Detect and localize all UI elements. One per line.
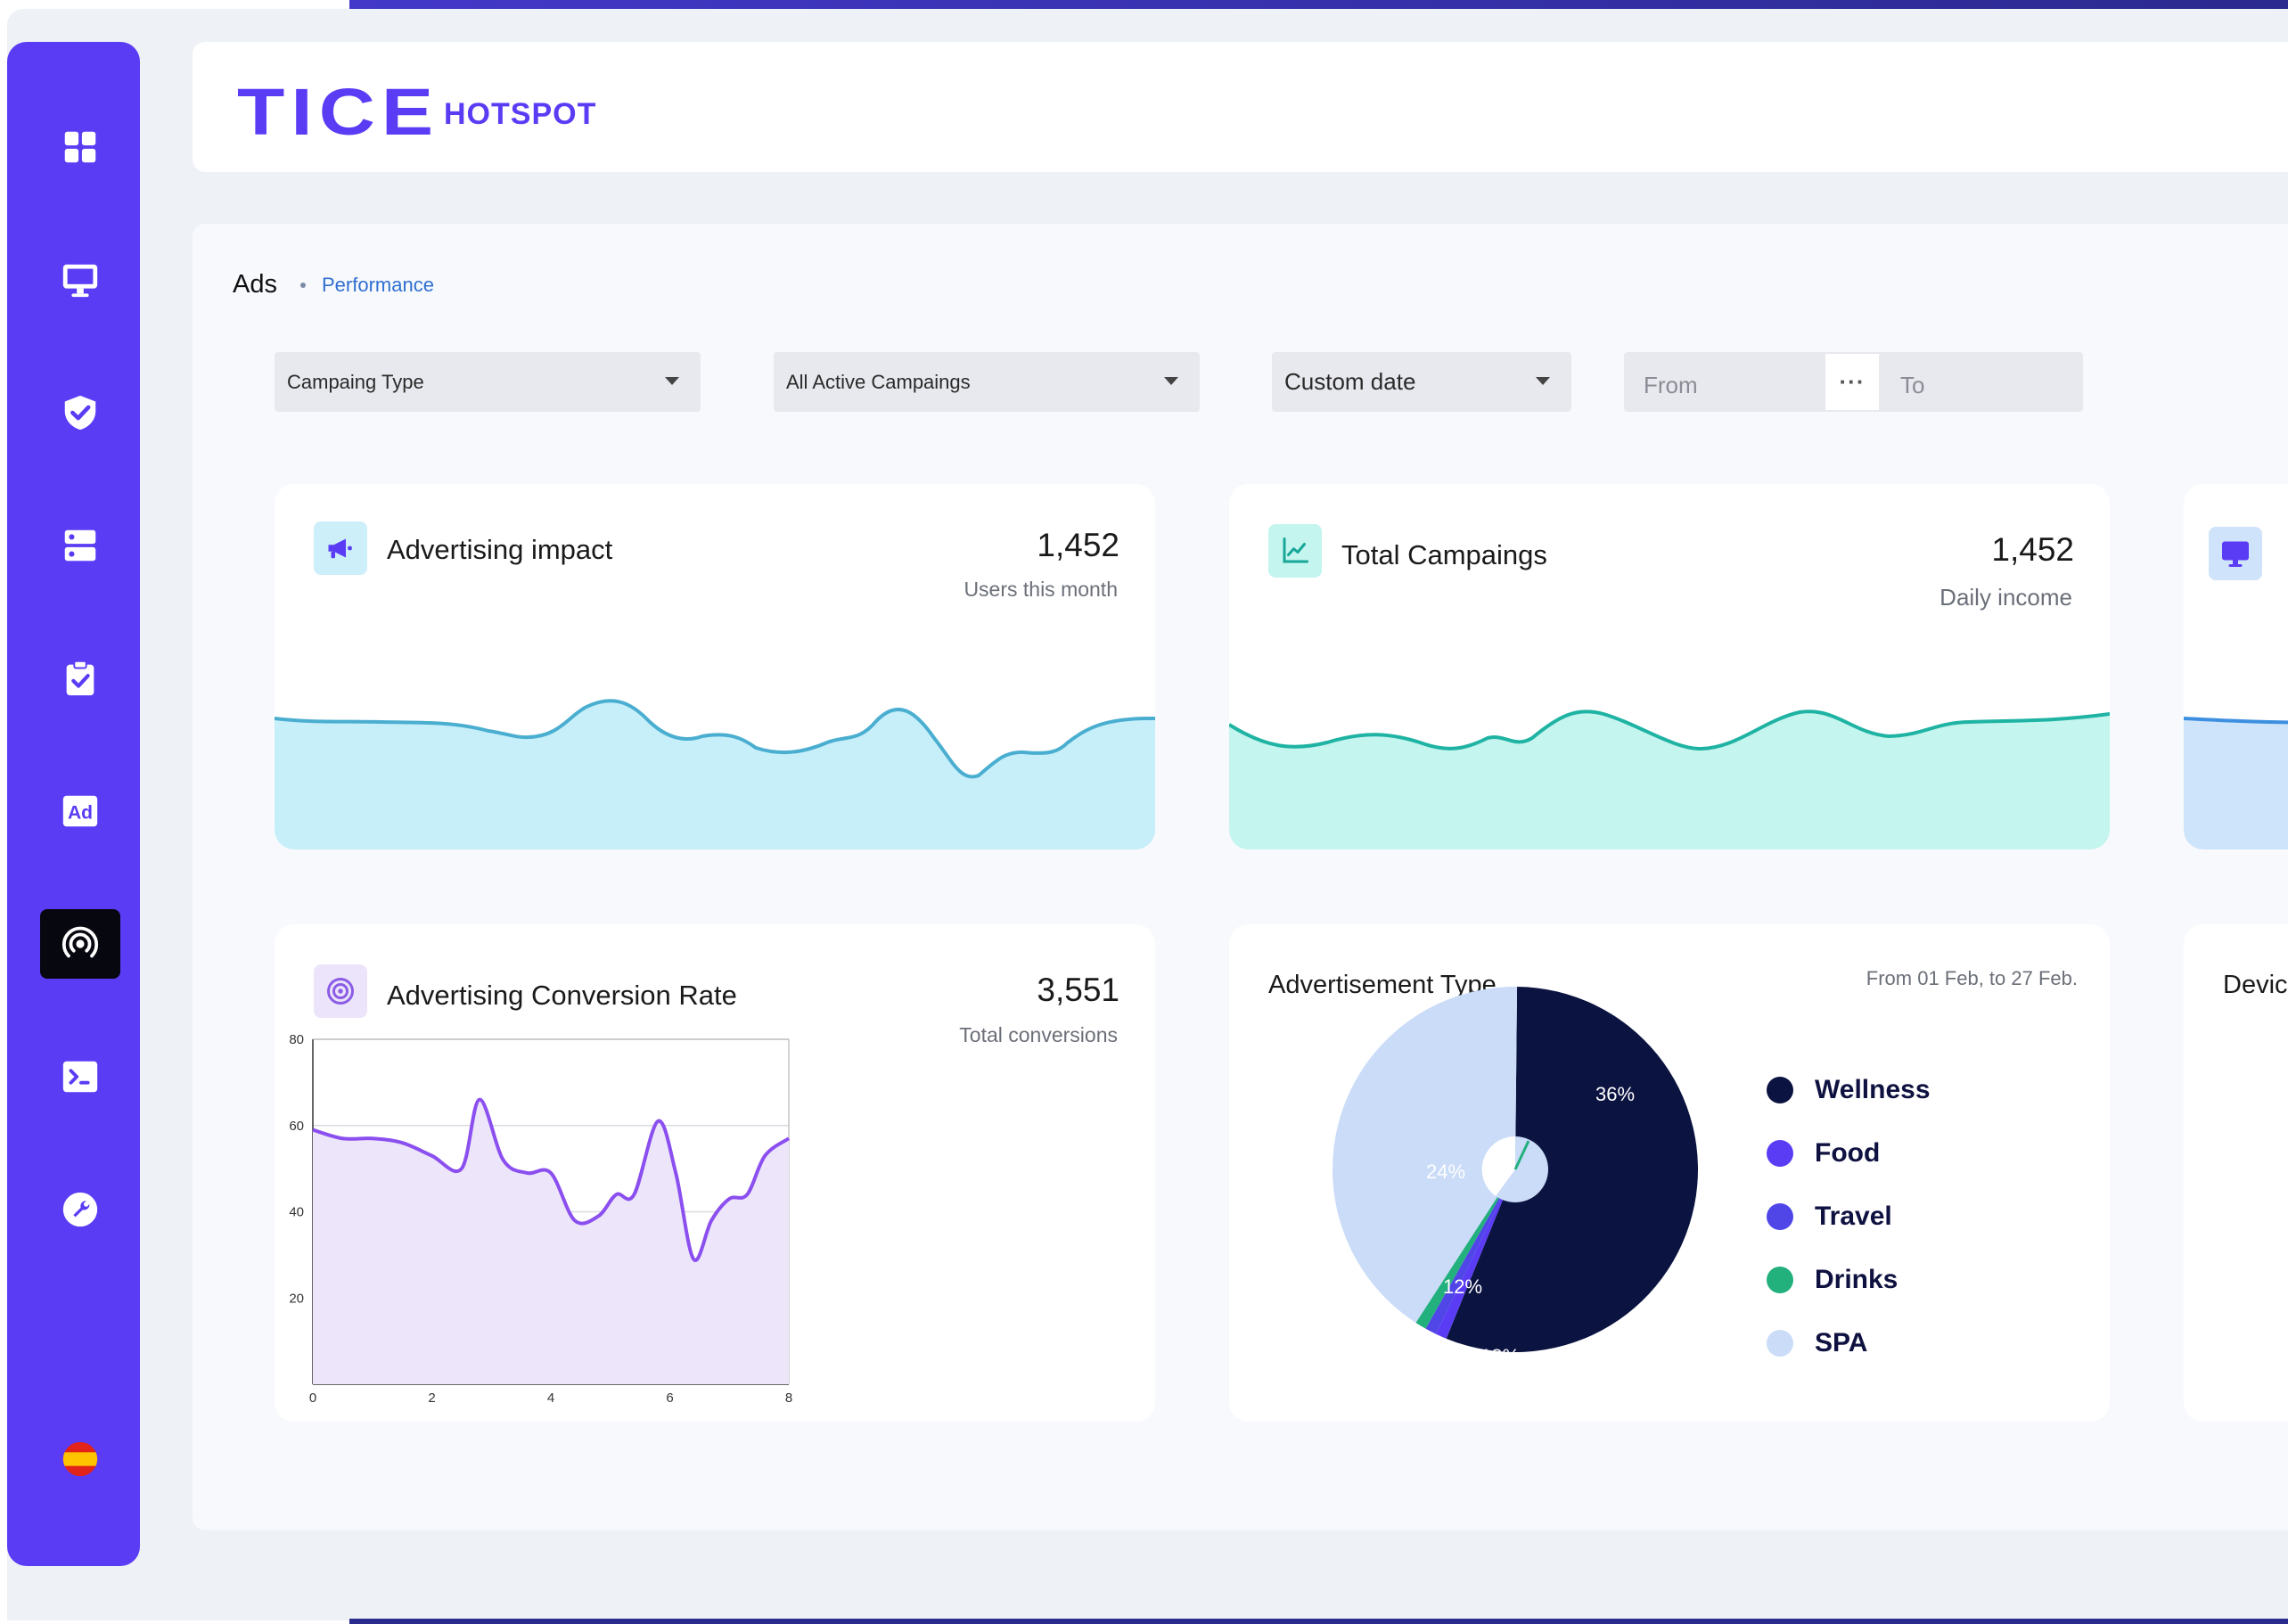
legend-swatch [1767,1329,1793,1357]
y-tick-label: 80 [289,1032,304,1047]
devices-card: Devic [2184,924,2288,1422]
chevron-down-icon [1164,377,1178,385]
y-tick-label: 40 [289,1205,304,1220]
series-area [313,1099,789,1384]
sidebar-item-tools[interactable] [40,1175,120,1244]
sidebar-item-hotspot[interactable] [40,909,120,979]
legend-item[interactable]: Wellness [1767,1058,1931,1121]
legend-item[interactable]: SPA [1767,1311,1931,1374]
x-tick-label: 4 [547,1390,554,1406]
breadcrumb-section[interactable]: Ads [233,270,277,299]
conversion-rate-card: Advertising Conversion Rate 3,551 Total … [275,924,1155,1422]
line-chart-plot: 20 40 60 80 0 2 4 6 8 [289,1032,792,1406]
legend-item[interactable]: Food [1767,1121,1931,1185]
campaign-type-select[interactable]: Campaing Type [275,352,701,412]
spain-flag-icon [62,1441,98,1477]
chevron-down-icon [665,377,679,385]
legend-label: Drinks [1815,1264,1898,1294]
hotspot-signal-icon [62,926,99,958]
legend-label: Food [1815,1137,1881,1168]
range-separator: ··· [1825,354,1879,410]
breadcrumb-page[interactable]: Performance [322,274,434,297]
sidebar-item-monitor[interactable] [40,245,120,315]
sidebar-item-terminal[interactable] [40,1042,120,1111]
chevron-down-icon [1536,377,1550,385]
sidebar-item-servers[interactable] [40,511,120,580]
legend-swatch [1767,1266,1793,1293]
legend-item[interactable]: Travel [1767,1185,1931,1248]
x-tick-label: 8 [785,1390,792,1406]
ad-icon: Ad [62,795,98,827]
app-header: TICE HOTSPOT [193,42,2288,172]
pie-slice-label: 10% [1546,1351,1585,1374]
dashboard-grid-icon [64,131,96,163]
legend-swatch [1767,1202,1793,1230]
clipboard-check-icon [66,660,94,696]
x-tick-label: 0 [309,1390,316,1406]
legend-swatch [1767,1076,1793,1103]
breadcrumb-separator [299,282,306,288]
pie-slice-label: 18% [1480,1345,1520,1367]
shield-check-icon [64,395,96,431]
legend-label: Travel [1815,1201,1892,1231]
impact-sparkline [275,699,1155,849]
x-tick-label: 6 [666,1390,673,1406]
from-date-input[interactable]: From [1644,372,1698,399]
y-tick-label: 60 [289,1119,304,1134]
card-title: Devic [2223,971,2288,999]
legend-label: Wellness [1815,1074,1931,1104]
advertisement-pie-chart: 36% 10% 18% 12% 24% [1333,987,1698,1374]
date-mode-value: Custom date [1284,368,1416,395]
campaigns-sparkline [1229,709,2110,849]
server-icon [64,529,96,562]
pie-slice-label: 24% [1426,1161,1465,1183]
wrench-icon [62,1192,98,1227]
y-tick-label: 20 [289,1291,304,1306]
advertising-impact-card: Advertising impact 1,452 Users this mont… [275,484,1155,849]
brand-product: HOTSPOT [444,97,597,131]
main-content: Ads Performance Campaing Type All Active… [193,224,2288,1530]
third-sparkline [2184,717,2288,849]
breadcrumb: Ads Performance [233,270,434,299]
date-mode-select[interactable]: Custom date [1272,352,1571,412]
monitor-icon [62,264,98,298]
sparkline-area [1229,711,2110,849]
total-campaigns-card: Total Campaings 1,452 Daily income [1229,484,2110,849]
legend-label: SPA [1815,1327,1868,1357]
top-accent-bar [349,0,2288,9]
date-range-picker: From ··· To [1624,352,2083,412]
bottom-accent-bar [349,1619,2288,1624]
advertisement-type-card: Advertisement Type From 01 Feb, to 27 Fe… [1229,924,2110,1422]
to-date-input[interactable]: To [1900,372,1924,399]
language-selector[interactable] [40,1424,120,1494]
sidebar-item-dashboard[interactable] [40,112,120,182]
sparkline-area [2184,718,2288,849]
x-tick-label: 2 [428,1390,435,1406]
svg-text:Ad: Ad [68,803,93,824]
legend-swatch [1767,1139,1793,1167]
campaigns-select[interactable]: All Active Campaings [774,352,1200,412]
sidebar-item-tasks[interactable] [40,644,120,713]
sidebar: Ad [7,42,140,1566]
brand-logo[interactable]: TICE [237,79,439,145]
pie-slice-label: 36% [1595,1083,1635,1105]
legend-item[interactable]: Drinks [1767,1248,1931,1311]
conversion-line-chart: 20 40 60 80 0 2 4 6 8 [289,1032,792,1406]
sidebar-item-security[interactable] [40,378,120,447]
third-kpi-card [2184,484,2288,849]
sidebar-item-ads[interactable]: Ad [40,776,120,846]
terminal-icon [62,1061,98,1093]
pie-legend: Wellness Food Travel Drinks SPA [1767,1058,1931,1374]
campaigns-value: All Active Campaings [786,370,971,393]
card-date-range: From 01 Feb, to 27 Feb. [1866,967,2078,989]
pie-slice-label: 12% [1443,1275,1482,1298]
campaign-type-value: Campaing Type [287,370,424,393]
